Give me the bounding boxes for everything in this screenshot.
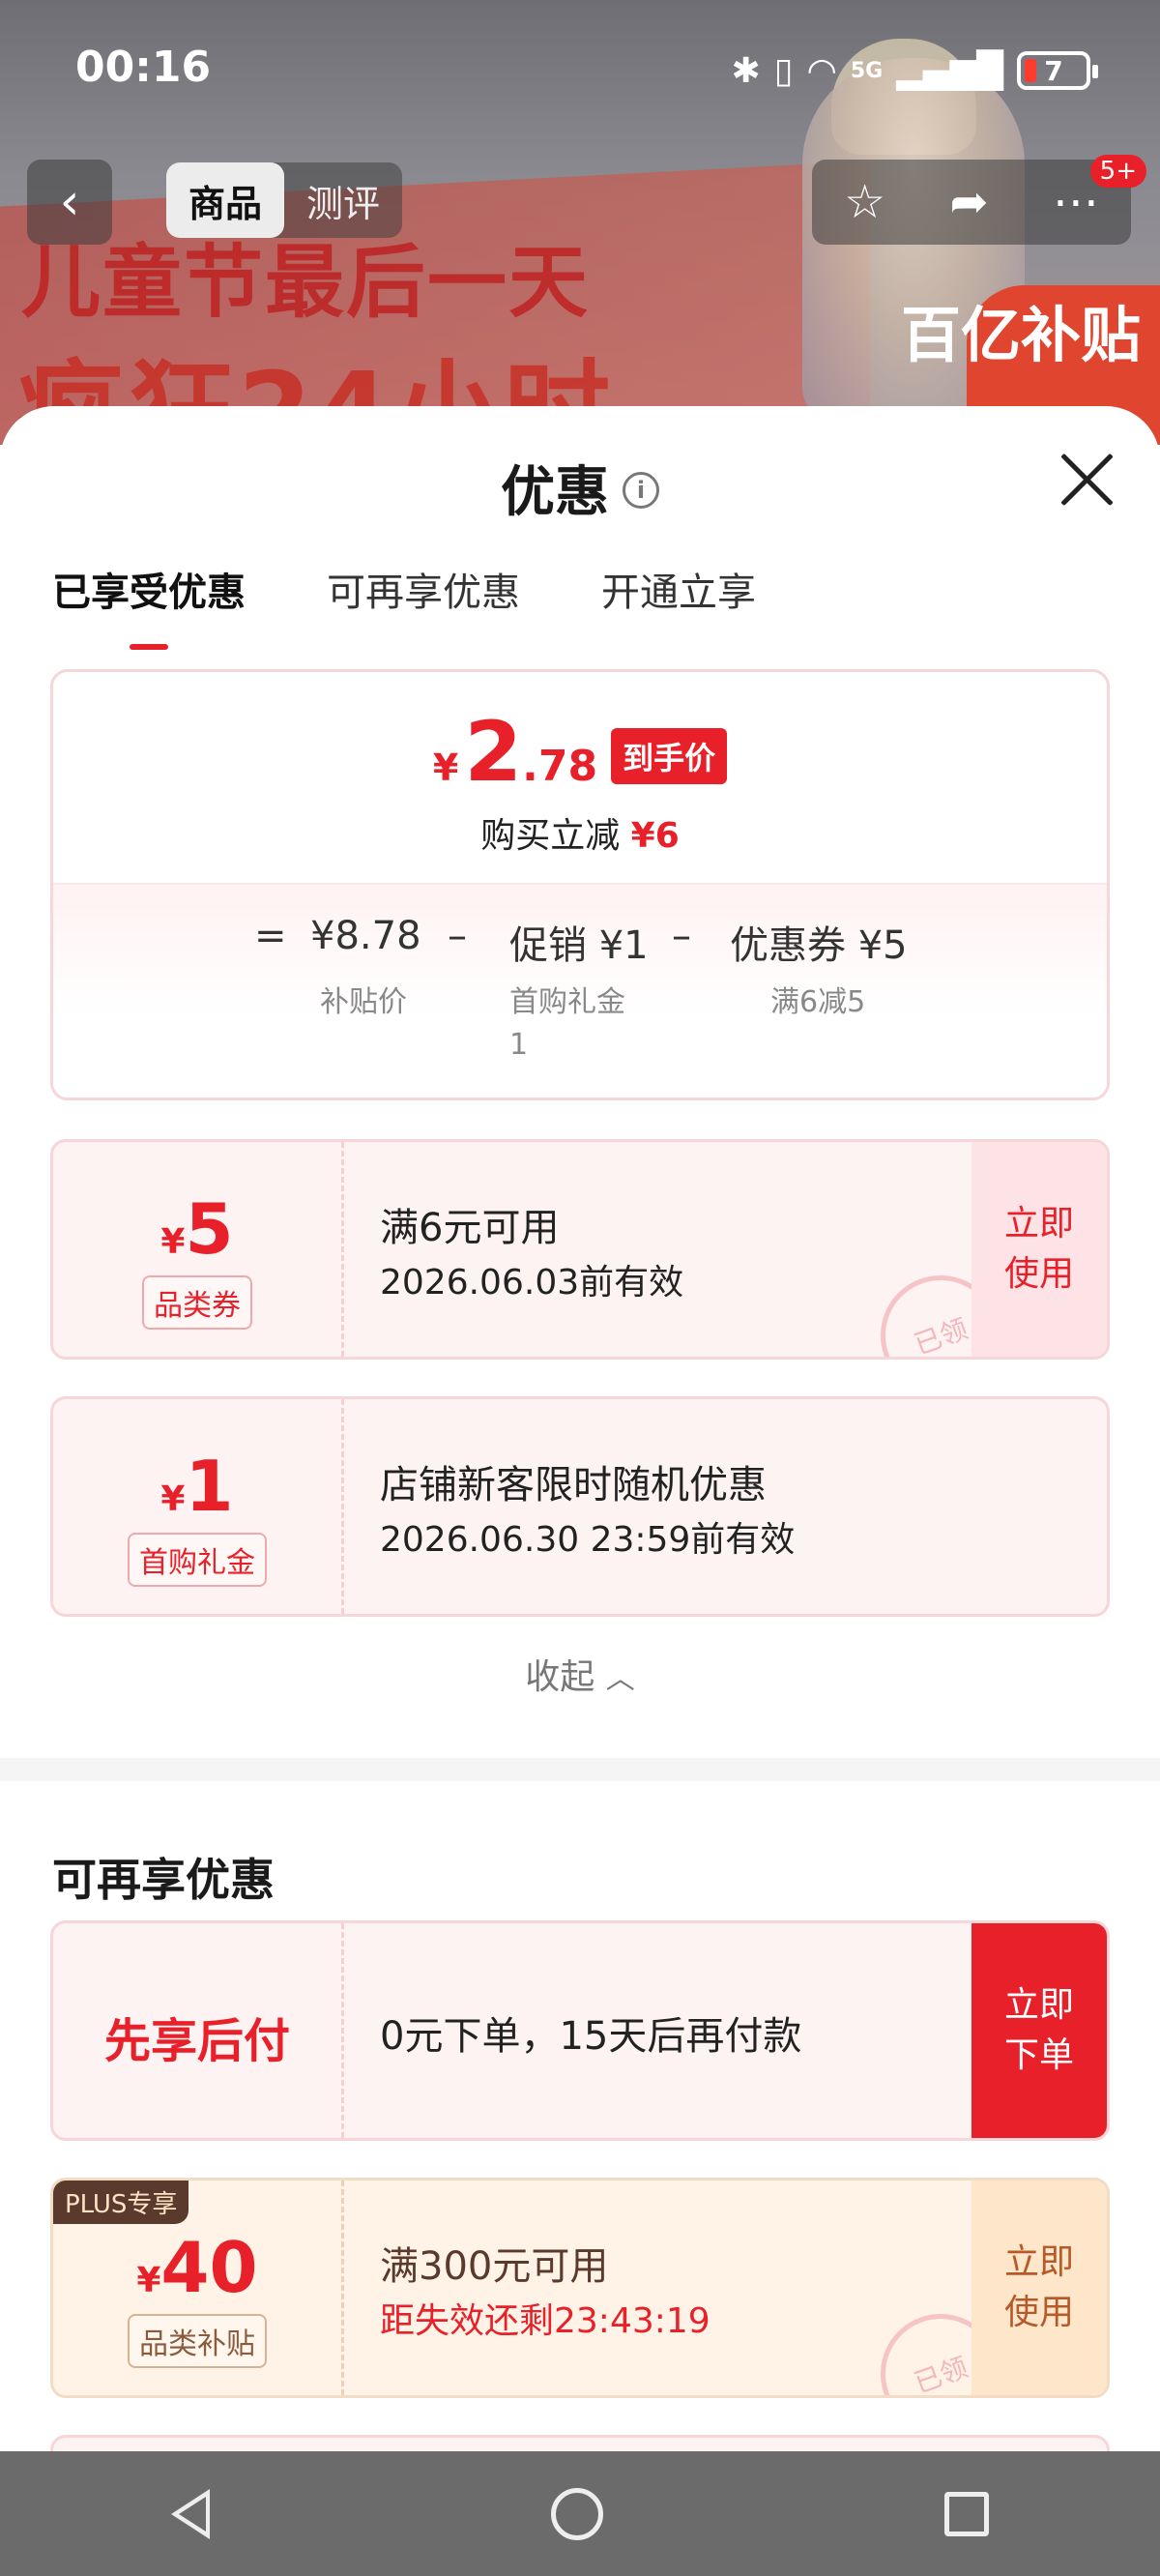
tab-applied-discounts[interactable]: 已享受优惠 [52, 561, 246, 650]
chevron-up-icon: ︿ [605, 1662, 635, 1696]
status-time: 00:16 [75, 43, 212, 92]
message-badge: 5+ [1089, 155, 1146, 188]
coupon-countdown: 距失效还剩23:43:19 [380, 2301, 710, 2341]
coupon-expiry: 2026.06.03前有效 [380, 1263, 684, 1303]
coupon-divider [341, 1142, 344, 1357]
coupon-card: ¥5 品类券 满6元可用 2026.06.03前有效 已领 立即使用 [50, 1139, 1110, 1360]
promotion-label: 首购礼金 1 [509, 985, 625, 1062]
back-button[interactable]: ‹ [27, 160, 112, 245]
star-icon[interactable]: ☆ [844, 175, 885, 229]
signal-icon: ▂▄▆█ [896, 50, 1003, 91]
nav-recents-icon[interactable] [944, 2491, 990, 2536]
coupon-value: 优惠券 ¥5 [730, 923, 908, 968]
coupon-condition: 满300元可用 [380, 2244, 609, 2289]
sheet-title: 优惠 i [0, 449, 1160, 527]
coupon-left: 先享后付 [53, 1923, 341, 2138]
reduce-label: 购买立减 [480, 816, 621, 856]
share-icon[interactable]: ➦ [949, 175, 988, 229]
coupon-type-tag: 品类补贴 [128, 2314, 267, 2368]
promotion-value: 促销 ¥1 [509, 923, 649, 968]
reduce-value: ¥6 [630, 816, 680, 856]
coupon-expiry: 2026.06.30 23:59前有效 [380, 1520, 796, 1560]
subsidy-badge-text: 百亿补贴 [900, 300, 1141, 370]
coupon-divider [341, 1399, 344, 1614]
more-discounts-title: 可再享优惠 [52, 1854, 275, 1906]
plus-coupon-card: PLUS专享 ¥40 品类补贴 满300元可用 距失效还剩23:43:19 已领… [50, 2178, 1110, 2398]
coupon-amount-value: 1 [185, 1446, 234, 1527]
close-icon[interactable] [1058, 451, 1116, 509]
coupon-left: ¥40 品类补贴 [53, 2181, 341, 2395]
coupon-amount: ¥5 [160, 1188, 234, 1270]
coupon-amount-value: 40 [160, 2227, 258, 2308]
more-icon[interactable]: ⋯ [1053, 175, 1099, 229]
price-integer: 2 [464, 704, 523, 801]
subsidy-price-label: 补贴价 [320, 985, 407, 1019]
coupon-type-tag: 品类券 [142, 1275, 252, 1330]
pay-later-desc: 0元下单，15天后再付款 [380, 2014, 802, 2059]
nav-back-icon[interactable] [170, 2488, 210, 2539]
network-label: 5G [850, 58, 884, 83]
discount-sheet: 优惠 i 已享受优惠 可再享优惠 开通立享 ¥ 2 .78 到手价 购买立减 ¥6… [0, 406, 1160, 2451]
final-price: ¥ 2 .78 到手价 [53, 711, 1107, 796]
minus-sign-2: – [672, 914, 691, 958]
coupon-label: 满6减5 [770, 985, 866, 1019]
tab-activate-now[interactable]: 开通立享 [601, 561, 756, 650]
coupon-condition: 店铺新客限时随机优惠 [380, 1463, 767, 1508]
info-icon[interactable]: i [623, 471, 659, 509]
currency-symbol: ¥ [432, 746, 459, 789]
reduce-line: 购买立减 ¥6 [53, 807, 1107, 858]
battery-level: 7 [1044, 54, 1063, 87]
system-nav-bar [0, 2451, 1160, 2576]
coupon-left: ¥5 品类券 [53, 1142, 341, 1357]
tab-more-discounts[interactable]: 可再享优惠 [327, 561, 520, 650]
wifi-icon: ◠ [806, 50, 837, 91]
tab-review[interactable]: 测评 [284, 162, 402, 238]
pay-later-card: 先享后付 0元下单，15天后再付款 立即下单 [50, 1920, 1110, 2141]
collapse-button[interactable]: 收起 ︿ [0, 1649, 1160, 1699]
tab-product[interactable]: 商品 [166, 162, 284, 238]
coupon-divider [341, 2181, 344, 2395]
coupon-condition: 满6元可用 [380, 1206, 560, 1250]
coupon-amount-value: 5 [185, 1188, 234, 1270]
price-decimal: .78 [522, 742, 598, 791]
battery-icon: 7 [1017, 51, 1098, 90]
coupon-card: ¥1 首购礼金 店铺新客限时随机优惠 2026.06.30 23:59前有效 [50, 1396, 1110, 1617]
section-gap [0, 1758, 1160, 1781]
vibrate-icon: ▯ [773, 50, 794, 91]
minus-sign-1: – [448, 914, 467, 958]
pay-later-label: 先享后付 [103, 2014, 290, 2068]
coupon-type-tag: 首购礼金 [128, 1533, 267, 1587]
product-tabs: 商品 测评 [166, 162, 402, 238]
top-actions: ☆ ➦ ⋯ [812, 160, 1131, 245]
coupon-amount: ¥40 [136, 2227, 258, 2308]
equals-sign: = [254, 914, 287, 958]
nav-home-icon[interactable] [550, 2487, 603, 2540]
discount-tabs: 已享受优惠 可再享优惠 开通立享 [52, 561, 756, 650]
coupon-amount: ¥1 [160, 1446, 234, 1527]
price-breakdown: = ¥8.78 补贴价 – 促销 ¥1 首购礼金 1 – 优惠券 ¥5 满6减5 [53, 885, 1107, 1098]
subsidy-price-value: ¥8.78 [310, 914, 421, 958]
price-summary-card: ¥ 2 .78 到手价 购买立减 ¥6 = ¥8.78 补贴价 – 促销 ¥1 … [50, 669, 1110, 1100]
sheet-title-text: 优惠 [501, 461, 609, 524]
use-now-button[interactable]: 立即使用 [972, 1142, 1107, 1357]
bluetooth-icon: ✱ [731, 50, 761, 91]
coupon-divider [341, 1923, 344, 2138]
order-now-button[interactable]: 立即下单 [972, 1923, 1107, 2138]
coupon-left: ¥1 首购礼金 [53, 1399, 341, 1614]
chevron-left-icon: ‹ [59, 173, 80, 231]
collapse-label: 收起 [525, 1657, 595, 1697]
coupon-card-partial [50, 2435, 1110, 2451]
use-now-button[interactable]: 立即使用 [972, 2181, 1107, 2395]
status-icons: ✱ ▯ ◠ 5G ▂▄▆█ 7 [731, 46, 1098, 95]
status-bar: 00:16 ✱ ▯ ◠ 5G ▂▄▆█ 7 [0, 0, 1160, 145]
final-price-tag: 到手价 [611, 728, 728, 784]
